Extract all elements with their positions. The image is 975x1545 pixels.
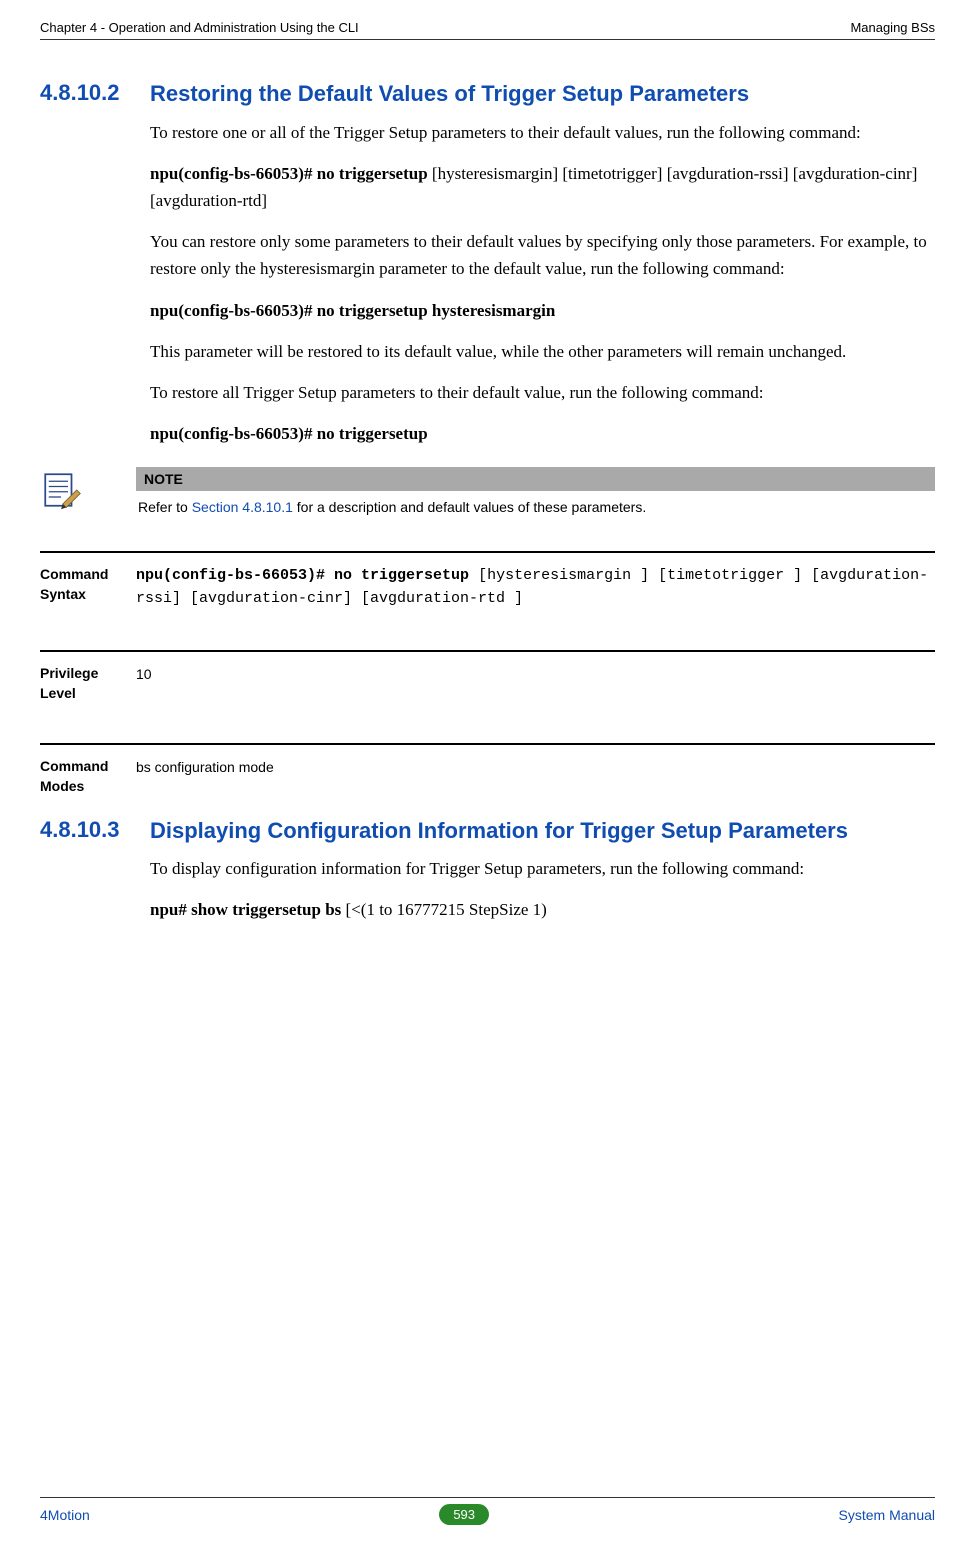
command-example: npu(config-bs-66053)# no triggersetup — [150, 420, 935, 447]
section-heading-2: 4.8.10.3 Displaying Configuration Inform… — [40, 817, 935, 846]
privilege-level-row: Privilege Level 10 — [40, 650, 935, 737]
page-number-badge: 593 — [439, 1504, 489, 1525]
paragraph: This parameter will be restored to its d… — [150, 338, 935, 365]
command-modes-row: Command Modes bs configuration mode — [40, 743, 935, 816]
section-number: 4.8.10.3 — [40, 817, 150, 843]
section-number: 4.8.10.2 — [40, 80, 150, 106]
footer-left: 4Motion — [40, 1507, 90, 1523]
row-value: npu(config-bs-66053)# no triggersetup [h… — [136, 565, 935, 610]
row-label: Command Syntax — [40, 565, 136, 610]
page-header: Chapter 4 - Operation and Administration… — [40, 20, 935, 40]
command-rest: [<(1 to 16777215 StepSize 1) — [341, 900, 547, 919]
note-icon — [40, 467, 136, 516]
note-link[interactable]: Section 4.8.10.1 — [192, 499, 293, 515]
paragraph: To display configuration information for… — [150, 855, 935, 882]
command-example: npu(config-bs-66053)# no triggersetup hy… — [150, 297, 935, 324]
section-title: Displaying Configuration Information for… — [150, 817, 848, 846]
paragraph: You can restore only some parameters to … — [150, 228, 935, 282]
paragraph: To restore one or all of the Trigger Set… — [150, 119, 935, 146]
page-footer: 4Motion 593 System Manual — [40, 1497, 935, 1525]
note-text-b: for a description and default values of … — [293, 499, 646, 515]
command-example: npu# show triggersetup bs [<(1 to 167772… — [150, 896, 935, 923]
note-text-a: Refer to — [138, 499, 192, 515]
command-bold: npu(config-bs-66053)# no triggersetup hy… — [150, 301, 555, 320]
row-label: Command Modes — [40, 757, 136, 796]
command-bold: npu# show triggersetup bs — [150, 900, 341, 919]
command-example: npu(config-bs-66053)# no triggersetup [h… — [150, 160, 935, 214]
row-label: Privilege Level — [40, 664, 136, 703]
section-heading-1: 4.8.10.2 Restoring the Default Values of… — [40, 80, 935, 109]
section-2-body: To display configuration information for… — [150, 855, 935, 923]
header-right: Managing BSs — [850, 20, 935, 35]
row-value: 10 — [136, 664, 935, 703]
paragraph: To restore all Trigger Setup parameters … — [150, 379, 935, 406]
section-1-body: To restore one or all of the Trigger Set… — [150, 119, 935, 448]
note-label: NOTE — [136, 467, 935, 491]
command-syntax-row: Command Syntax npu(config-bs-66053)# no … — [40, 551, 935, 644]
footer-right: System Manual — [839, 1507, 935, 1523]
section-title: Restoring the Default Values of Trigger … — [150, 80, 749, 109]
command-bold: npu(config-bs-66053)# no triggersetup — [150, 424, 428, 443]
note-content: NOTE Refer to Section 4.8.10.1 for a des… — [136, 467, 935, 523]
page: Chapter 4 - Operation and Administration… — [0, 0, 975, 1545]
header-left: Chapter 4 - Operation and Administration… — [40, 20, 359, 35]
syntax-bold: npu(config-bs-66053)# no triggersetup — [136, 567, 478, 584]
row-value: bs configuration mode — [136, 757, 935, 796]
note-text: Refer to Section 4.8.10.1 for a descript… — [136, 491, 935, 523]
note-block: NOTE Refer to Section 4.8.10.1 for a des… — [40, 467, 935, 523]
command-bold: npu(config-bs-66053)# no triggersetup — [150, 164, 428, 183]
